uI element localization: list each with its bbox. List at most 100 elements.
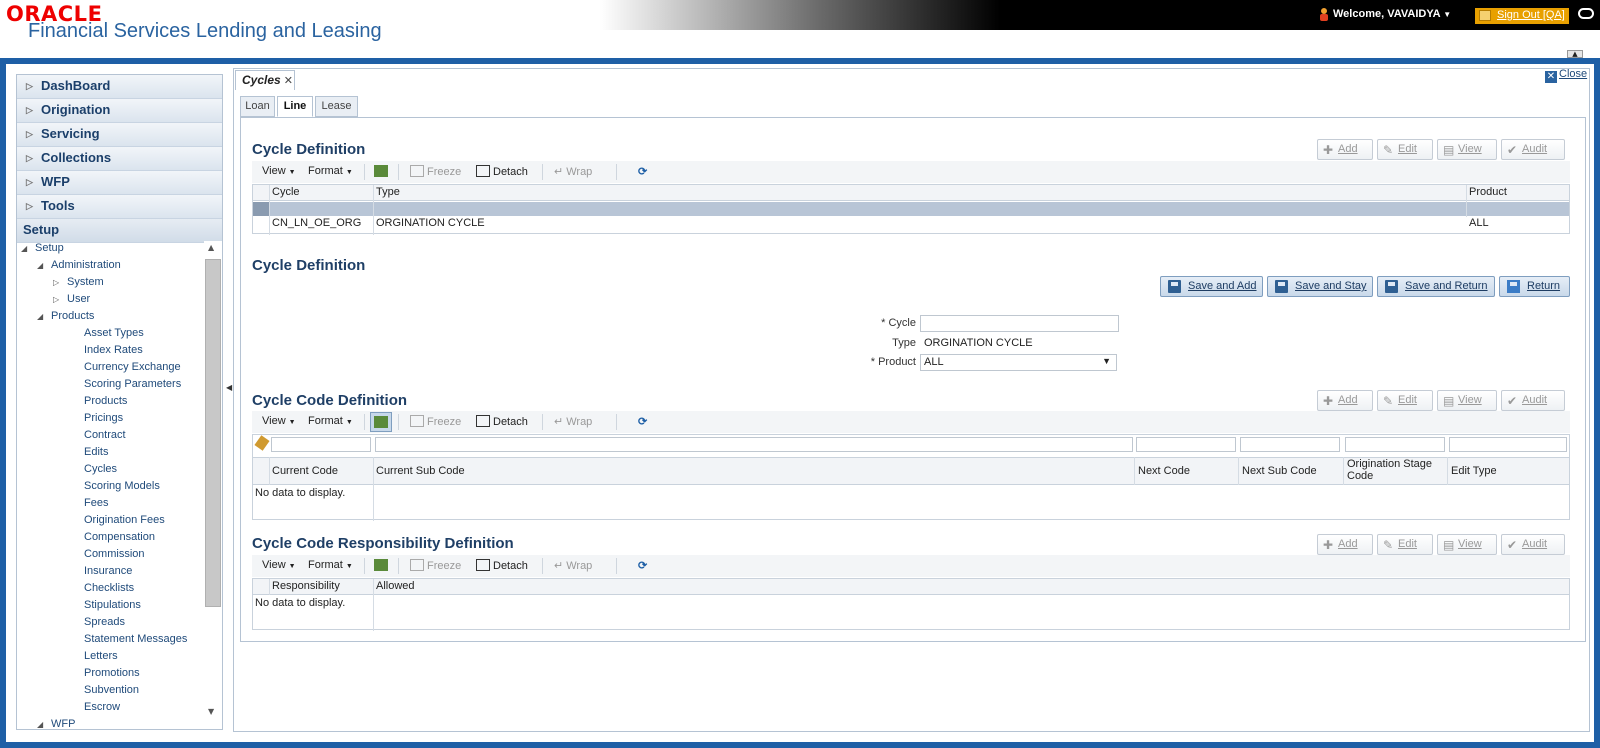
clear-filter-icon[interactable]	[254, 435, 270, 451]
tree-item-insurance[interactable]: Insurance	[17, 563, 205, 580]
format-menu[interactable]: Format ▼	[308, 165, 353, 177]
wrap-button[interactable]: ↵ Wrap	[554, 415, 592, 428]
freeze-button[interactable]: Freeze	[410, 165, 461, 178]
detach-button[interactable]: Detach	[476, 415, 528, 428]
tree-item-compensation[interactable]: Compensation	[17, 529, 205, 546]
scroll-down-icon[interactable]: ▼	[208, 707, 214, 716]
query-by-example-icon[interactable]	[374, 165, 391, 178]
header-toggle-icon[interactable]	[1578, 8, 1594, 19]
scrollbar-thumb[interactable]	[205, 259, 221, 607]
nav-collections[interactable]: ▷ Collections	[17, 147, 222, 171]
tree-item-statement-messages[interactable]: Statement Messages	[17, 631, 205, 648]
return-button[interactable]: Return	[1499, 276, 1570, 297]
wrap-button[interactable]: ↵ Wrap	[554, 559, 592, 572]
table-cell-type[interactable]: ORGINATION CYCLE	[376, 217, 485, 229]
column-header-current-code[interactable]: Current Code	[272, 465, 338, 477]
table-row-selected[interactable]	[253, 202, 1569, 216]
view-menu[interactable]: View ▼	[262, 165, 296, 177]
tree-system[interactable]: ▷ System	[17, 274, 205, 291]
tab-line[interactable]: Line	[277, 96, 313, 117]
filter-edit-type[interactable]	[1449, 437, 1567, 452]
view-menu[interactable]: View ▼	[262, 415, 296, 427]
tree-item-products[interactable]: Products	[17, 393, 205, 410]
tree-item-origination-fees[interactable]: Origination Fees	[17, 512, 205, 529]
tree-item-contract[interactable]: Contract	[17, 427, 205, 444]
view-button[interactable]: ▤ View	[1437, 534, 1497, 555]
table-cell-cycle[interactable]: CN_LN_OE_ORG	[272, 217, 361, 229]
query-by-example-icon[interactable]	[370, 412, 392, 432]
sign-out-button[interactable]: Sign Out [QA]	[1475, 8, 1569, 24]
tree-item-scoring-parameters[interactable]: Scoring Parameters	[17, 376, 205, 393]
edit-button[interactable]: ✎ Edit	[1377, 390, 1433, 411]
tree-user[interactable]: ▷ User	[17, 291, 205, 308]
freeze-button[interactable]: Freeze	[410, 415, 461, 428]
tree-item-spreads[interactable]: Spreads	[17, 614, 205, 631]
tree-item-stipulations[interactable]: Stipulations	[17, 597, 205, 614]
panel-splitter-icon[interactable]: ◀	[226, 383, 232, 405]
tab-lease[interactable]: Lease	[315, 96, 358, 117]
detach-button[interactable]: Detach	[476, 559, 528, 572]
column-header-responsibility[interactable]: Responsibility	[272, 580, 340, 592]
tree-item-letters[interactable]: Letters	[17, 648, 205, 665]
column-header-allowed[interactable]: Allowed	[376, 580, 415, 592]
table-cell-product[interactable]: ALL	[1469, 217, 1489, 229]
tree-item-checklists[interactable]: Checklists	[17, 580, 205, 597]
tree-item-commission[interactable]: Commission	[17, 546, 205, 563]
format-menu[interactable]: Format ▼	[308, 559, 353, 571]
column-header-next-code[interactable]: Next Code	[1138, 465, 1190, 477]
column-header-origination-stage-code[interactable]: Origination Stage Code	[1347, 458, 1443, 482]
filter-current-sub-code[interactable]	[375, 437, 1133, 452]
detach-button[interactable]: Detach	[476, 165, 528, 178]
column-header-next-sub-code[interactable]: Next Sub Code	[1242, 465, 1317, 477]
audit-button[interactable]: ✔ Audit	[1501, 534, 1565, 555]
filter-next-sub-code[interactable]	[1240, 437, 1340, 452]
column-header-type[interactable]: Type	[376, 186, 400, 198]
tree-item-pricings[interactable]: Pricings	[17, 410, 205, 427]
filter-current-code[interactable]	[271, 437, 371, 452]
tree-item-subvention[interactable]: Subvention	[17, 682, 205, 699]
tree-item-scoring-models[interactable]: Scoring Models	[17, 478, 205, 495]
tab-loan[interactable]: Loan	[240, 96, 275, 117]
tree-item-edits[interactable]: Edits	[17, 444, 205, 461]
freeze-button[interactable]: Freeze	[410, 559, 461, 572]
column-header-edit-type[interactable]: Edit Type	[1451, 465, 1497, 477]
tree-scrollbar[interactable]: ▲ ▼	[204, 241, 222, 721]
collapse-header-button[interactable]: ▲	[1567, 50, 1583, 58]
tree-products[interactable]: ◢ Products	[17, 308, 205, 325]
tree-item-asset-types[interactable]: Asset Types	[17, 325, 205, 342]
save-and-return-button[interactable]: Save and Return	[1377, 276, 1495, 297]
add-button[interactable]: ✚ Add	[1317, 139, 1373, 160]
edit-button[interactable]: ✎ Edit	[1377, 139, 1433, 160]
tree-item-escrow[interactable]: Escrow	[17, 699, 205, 716]
scroll-up-icon[interactable]: ▲	[208, 243, 214, 252]
view-button[interactable]: ▤ View	[1437, 139, 1497, 160]
nav-servicing[interactable]: ▷ Servicing	[17, 123, 222, 147]
refresh-icon[interactable]: ⟳	[638, 559, 647, 572]
tree-administration[interactable]: ◢ Administration	[17, 257, 205, 274]
welcome-user-menu[interactable]: Welcome, VAVAIDYA ▼	[1333, 8, 1451, 20]
tree-item-index-rates[interactable]: Index Rates	[17, 342, 205, 359]
close-tab-icon[interactable]: ✕	[284, 75, 293, 87]
filter-origination-stage-code[interactable]	[1345, 437, 1445, 452]
column-header-product[interactable]: Product	[1469, 186, 1507, 198]
tree-item-currency-exchange[interactable]: Currency Exchange	[17, 359, 205, 376]
view-menu[interactable]: View ▼	[262, 559, 296, 571]
audit-button[interactable]: ✔ Audit	[1501, 390, 1565, 411]
cycle-input[interactable]	[920, 315, 1119, 332]
nav-origination[interactable]: ▷ Origination	[17, 99, 222, 123]
product-select[interactable]: ALL ▼	[920, 354, 1117, 371]
column-header-current-sub-code[interactable]: Current Sub Code	[376, 465, 465, 477]
close-button[interactable]: ✕ Close	[1545, 68, 1587, 83]
view-button[interactable]: ▤ View	[1437, 390, 1497, 411]
row-selector[interactable]	[253, 202, 269, 216]
tree-item-promotions[interactable]: Promotions	[17, 665, 205, 682]
tree-item-cycles[interactable]: Cycles	[17, 461, 205, 478]
edit-button[interactable]: ✎ Edit	[1377, 534, 1433, 555]
nav-wfp[interactable]: ▷ WFP	[17, 171, 222, 195]
add-button[interactable]: ✚ Add	[1317, 534, 1373, 555]
query-by-example-icon[interactable]	[374, 559, 391, 572]
save-and-stay-button[interactable]: Save and Stay	[1267, 276, 1373, 297]
format-menu[interactable]: Format ▼	[308, 415, 353, 427]
refresh-icon[interactable]: ⟳	[638, 165, 647, 178]
tree-item-fees[interactable]: Fees	[17, 495, 205, 512]
